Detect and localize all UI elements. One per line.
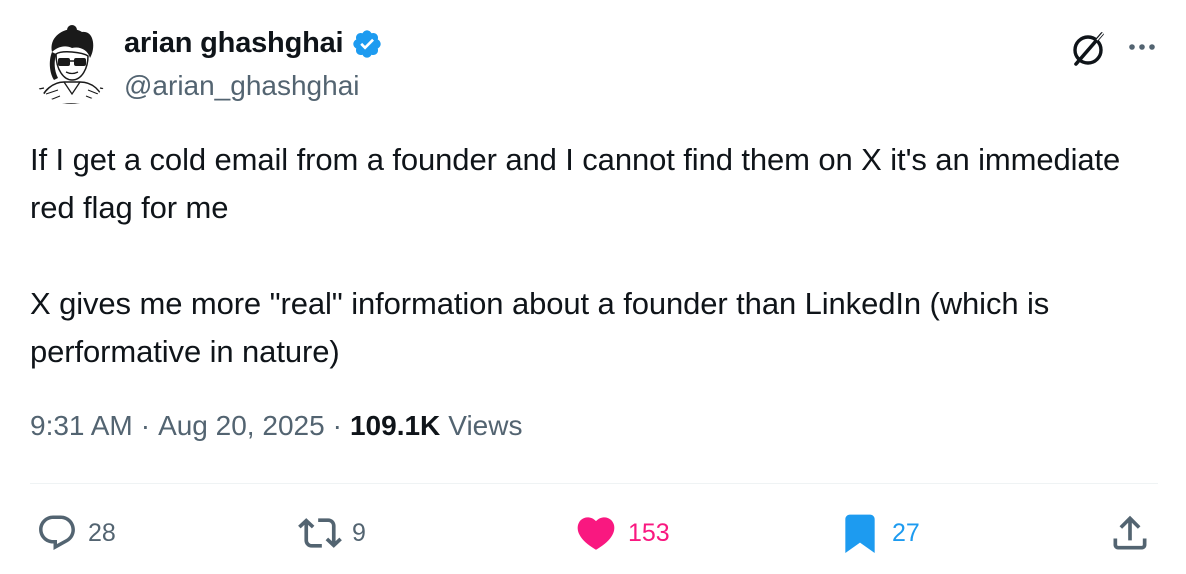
author-display-name[interactable]: arian ghashghai <box>124 27 344 60</box>
share-icon <box>1113 515 1147 550</box>
reply-count: 28 <box>88 518 116 547</box>
tweet-meta: 9:31 AM · Aug 20, 2025 · 109.1K Views <box>30 410 522 442</box>
like-icon <box>577 517 615 550</box>
reply-icon <box>39 515 75 550</box>
tweet-paragraph: If I get a cold email from a founder and… <box>30 142 1121 225</box>
tweet-date[interactable]: Aug 20, 2025 <box>158 410 325 442</box>
reply-button[interactable]: 28 <box>36 505 116 561</box>
bookmark-button[interactable]: 27 <box>838 505 920 561</box>
author-handle[interactable]: @arian_ghashghai <box>124 70 359 102</box>
tweet-text: If I get a cold email from a founder and… <box>30 136 1160 376</box>
repost-button[interactable]: 9 <box>298 505 366 561</box>
tweet-paragraph: X gives me more "real" information about… <box>30 286 1050 369</box>
repost-icon <box>298 518 342 548</box>
bookmark-icon <box>845 514 875 554</box>
repost-count: 9 <box>352 518 366 547</box>
share-button[interactable] <box>1108 505 1152 561</box>
more-icon[interactable] <box>1122 29 1162 69</box>
divider <box>30 483 1158 484</box>
meta-separator: · <box>140 410 151 441</box>
verified-badge-icon[interactable] <box>351 28 383 60</box>
meta-separator: · <box>332 410 342 441</box>
tweet-time[interactable]: 9:31 AM <box>30 410 133 442</box>
avatar[interactable] <box>30 22 112 104</box>
bookmark-count: 27 <box>892 518 920 547</box>
author-name-row[interactable]: arian ghashghai <box>124 27 383 60</box>
views-label: Views <box>448 410 523 441</box>
like-count: 153 <box>628 518 670 547</box>
action-bar: 28 9 153 27 <box>30 505 1158 561</box>
views-count: 109.1K <box>349 410 441 441</box>
like-button[interactable]: 153 <box>574 505 670 561</box>
grok-icon[interactable] <box>1068 28 1110 70</box>
